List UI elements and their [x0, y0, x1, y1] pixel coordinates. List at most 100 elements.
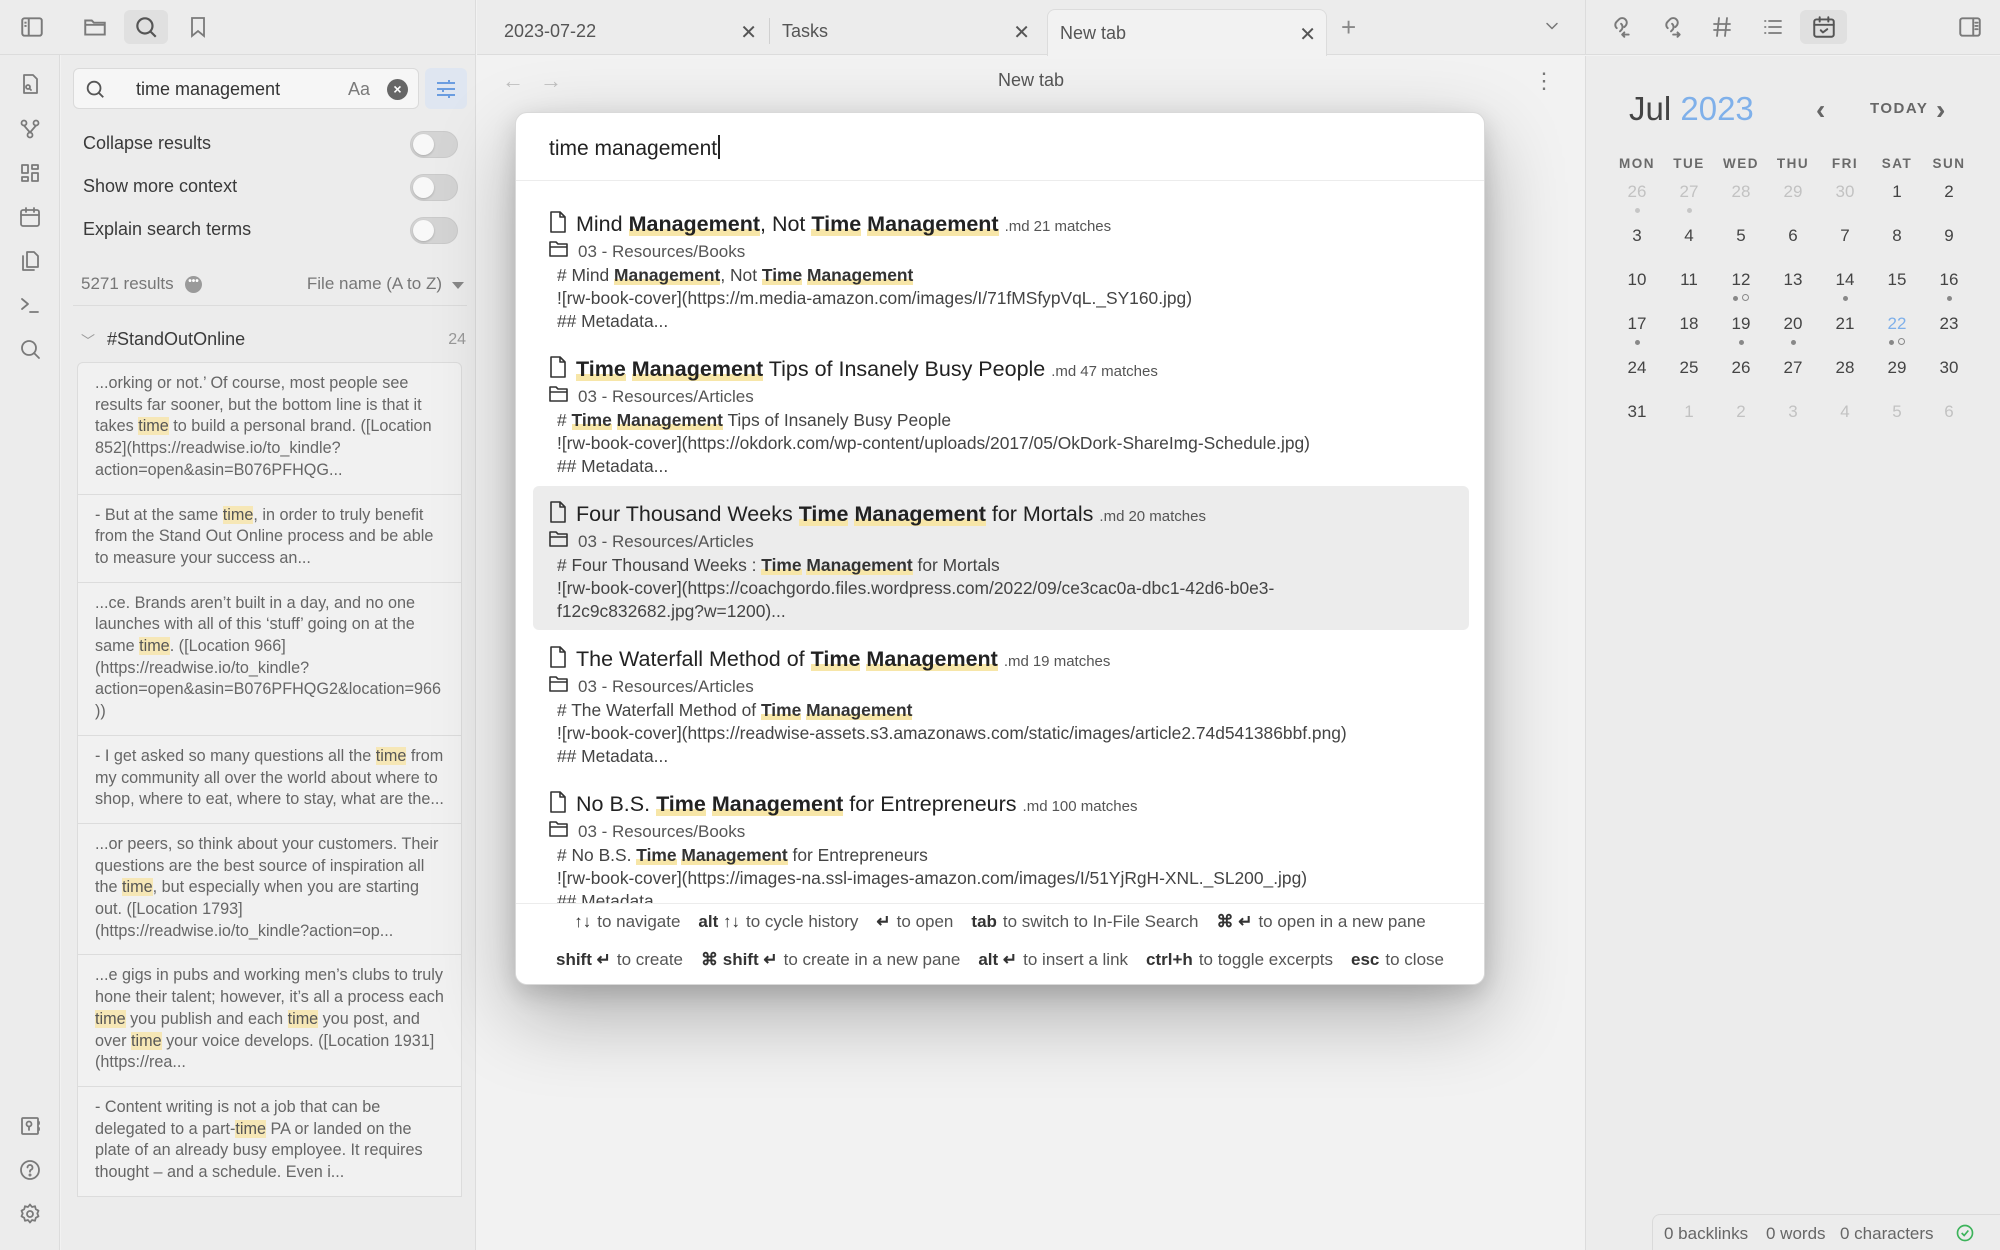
calendar-day[interactable]: 20	[1767, 314, 1819, 354]
calendar-day[interactable]: 5	[1715, 226, 1767, 266]
file-search-icon[interactable]	[16, 70, 44, 98]
file-explorer-tab[interactable]	[73, 10, 117, 44]
quick-switcher-result[interactable]: No B.S. Time Management for Entrepreneur…	[533, 776, 1469, 903]
calendar-day[interactable]: 29	[1767, 182, 1819, 222]
search-snippet[interactable]: - Content writing is not a job that can …	[77, 1085, 462, 1197]
tab-new-tab[interactable]: New tab ✕	[1047, 9, 1327, 56]
calendar-day[interactable]: 21	[1819, 314, 1871, 354]
calendar-day[interactable]: 25	[1663, 358, 1715, 398]
quick-switcher-query[interactable]: time management	[549, 137, 717, 160]
calendar-day[interactable]: 8	[1871, 226, 1923, 266]
outline-tab[interactable]	[1749, 10, 1796, 44]
calendar-day[interactable]: 12	[1715, 270, 1767, 310]
calendar-day[interactable]: 2	[1715, 402, 1767, 442]
result-group-header[interactable]: ﹀ #StandOutOnline 24	[81, 327, 466, 357]
right-sidebar-toggle-icon[interactable]	[1946, 10, 1993, 44]
graph-icon[interactable]	[16, 115, 44, 143]
calendar-day[interactable]: 28	[1715, 182, 1767, 222]
calendar-icon[interactable]	[16, 203, 44, 231]
collapse-results-toggle[interactable]	[410, 131, 458, 158]
calendar-day[interactable]: 5	[1871, 402, 1923, 442]
calendar-day[interactable]: 10	[1611, 270, 1663, 310]
vault-icon[interactable]	[16, 1112, 44, 1140]
calendar-day[interactable]: 4	[1663, 226, 1715, 266]
clear-search-icon[interactable]: ×	[387, 79, 408, 100]
calendar-day[interactable]: 19	[1715, 314, 1767, 354]
calendar-day[interactable]: 30	[1923, 358, 1975, 398]
explain-search-terms-toggle[interactable]	[410, 217, 458, 244]
quick-switcher-result[interactable]: Time Management Tips of Insanely Busy Pe…	[533, 341, 1469, 485]
search-input[interactable]: time management Aa ×	[73, 68, 419, 109]
bookmarks-tab[interactable]	[176, 10, 220, 44]
search-snippet[interactable]: ...e gigs in pubs and working men’s club…	[77, 954, 462, 1087]
calendar-day[interactable]: 4	[1819, 402, 1871, 442]
calendar-day[interactable]: 26	[1611, 182, 1663, 222]
match-case-button[interactable]: Aa	[348, 79, 370, 100]
calendar-day[interactable]: 6	[1923, 402, 1975, 442]
show-more-context-toggle[interactable]	[410, 174, 458, 201]
calendar-day[interactable]: 17	[1611, 314, 1663, 354]
terminal-icon[interactable]	[16, 291, 44, 319]
tab-2023-07-22[interactable]: 2023-07-22 ✕	[477, 8, 767, 55]
quick-switcher-result[interactable]: Mind Management, Not Time Management .md 2…	[533, 196, 1469, 340]
calendar-day[interactable]: 23	[1923, 314, 1975, 354]
calendar-day[interactable]: 6	[1767, 226, 1819, 266]
calendar-day[interactable]: 11	[1663, 270, 1715, 310]
search-snippet[interactable]: - I get asked so many questions all the …	[77, 734, 462, 824]
copy-icon[interactable]	[16, 247, 44, 275]
calendar-day[interactable]: 9	[1923, 226, 1975, 266]
previous-month-icon[interactable]: ‹	[1816, 94, 1825, 126]
sort-dropdown[interactable]: File name (A to Z)	[307, 274, 442, 294]
today-button[interactable]: TODAY	[1870, 100, 1928, 117]
sync-status-icon[interactable]	[1955, 1223, 1975, 1243]
calendar-day[interactable]: 1	[1663, 402, 1715, 442]
calendar-day[interactable]: 3	[1767, 402, 1819, 442]
calendar-day[interactable]: 28	[1819, 358, 1871, 398]
calendar-day[interactable]: 30	[1819, 182, 1871, 222]
close-tab-icon[interactable]: ✕	[1013, 20, 1030, 45]
quick-switcher-result[interactable]: Four Thousand Weeks Time Management for …	[533, 486, 1469, 630]
quick-switcher-input[interactable]: time management	[516, 113, 1484, 181]
search-snippet[interactable]: ...orking or not.’ Of course, most peopl…	[77, 362, 462, 495]
search-settings-button[interactable]	[425, 68, 467, 109]
settings-icon[interactable]	[16, 1200, 44, 1228]
help-icon[interactable]	[16, 1156, 44, 1184]
more-options-icon[interactable]: •••	[185, 276, 202, 293]
tab-list-dropdown[interactable]	[1542, 16, 1562, 41]
quick-switcher-result[interactable]: The Waterfall Method of Time Management.…	[533, 631, 1469, 775]
close-tab-icon[interactable]: ✕	[740, 20, 757, 45]
calendar-day[interactable]: 27	[1767, 358, 1819, 398]
calendar-day[interactable]: 18	[1663, 314, 1715, 354]
sidebar-toggle-icon[interactable]	[10, 10, 54, 44]
outgoing-links-tab[interactable]	[1647, 10, 1694, 44]
chevron-down-icon[interactable]: ﹀	[81, 331, 95, 351]
calendar-day[interactable]: 2	[1923, 182, 1975, 222]
search-tab[interactable]	[124, 10, 168, 44]
calendar-day[interactable]: 27	[1663, 182, 1715, 222]
calendar-day[interactable]: 1	[1871, 182, 1923, 222]
calendar-day[interactable]: 22	[1871, 314, 1923, 354]
more-options-icon[interactable]: ⋮	[1533, 68, 1555, 94]
backlinks-tab[interactable]	[1596, 10, 1643, 44]
new-tab-button[interactable]: +	[1341, 12, 1356, 43]
calendar-day[interactable]: 31	[1611, 402, 1663, 442]
caret-down-icon[interactable]	[452, 282, 464, 289]
search-icon[interactable]	[16, 335, 44, 363]
calendar-day[interactable]: 14	[1819, 270, 1871, 310]
tab-tasks[interactable]: Tasks ✕	[770, 8, 1040, 55]
calendar-day[interactable]: 24	[1611, 358, 1663, 398]
calendar-day[interactable]: 26	[1715, 358, 1767, 398]
close-tab-icon[interactable]: ✕	[1299, 22, 1316, 47]
calendar-day[interactable]: 15	[1871, 270, 1923, 310]
search-snippet[interactable]: ...or peers, so think about your custome…	[77, 822, 462, 956]
search-snippet[interactable]: ...ce. Brands aren’t built in a day, and…	[77, 581, 462, 736]
search-query[interactable]: time management	[136, 79, 280, 100]
calendar-day[interactable]: 16	[1923, 270, 1975, 310]
search-snippet[interactable]: - But at the same time, in order to trul…	[77, 493, 462, 583]
dashboard-icon[interactable]	[16, 159, 44, 187]
calendar-day[interactable]: 29	[1871, 358, 1923, 398]
tags-tab[interactable]	[1698, 10, 1745, 44]
calendar-day[interactable]: 13	[1767, 270, 1819, 310]
calendar-tab[interactable]	[1800, 10, 1847, 44]
next-month-icon[interactable]: ›	[1936, 94, 1945, 126]
